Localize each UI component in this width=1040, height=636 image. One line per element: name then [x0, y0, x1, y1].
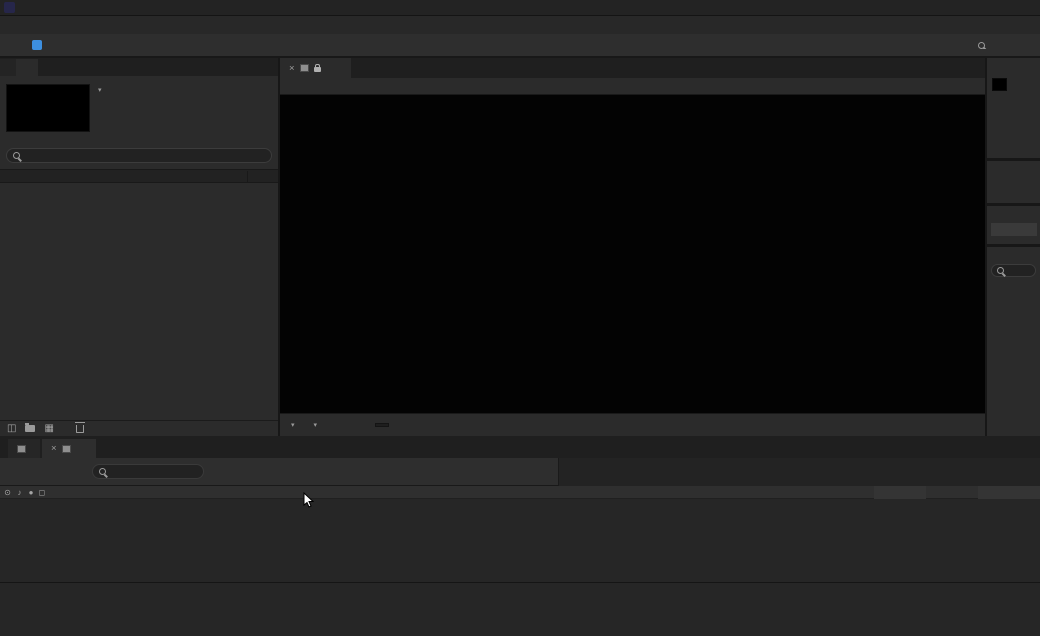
- composition-tab[interactable]: ×: [280, 58, 351, 78]
- project-panel-tabs: [0, 58, 278, 76]
- effects-panel-title[interactable]: [987, 247, 1040, 262]
- item-dropdown-icon[interactable]: ▾: [98, 87, 102, 94]
- timeline-search-input[interactable]: [92, 464, 204, 479]
- new-composition-icon[interactable]: ▦: [44, 423, 53, 434]
- solo-column-icon[interactable]: ●: [26, 486, 36, 499]
- timeline-tab-scene-1[interactable]: [8, 439, 40, 458]
- resolution-select[interactable]: ▾: [311, 421, 318, 429]
- shortcut-panel: [987, 206, 1040, 244]
- zoom-select[interactable]: ▾: [288, 421, 295, 429]
- source-name-header[interactable]: [101, 486, 481, 499]
- preview-panel-title[interactable]: [987, 161, 1040, 176]
- tab-project[interactable]: [16, 59, 38, 76]
- stretch-header[interactable]: [978, 486, 1040, 499]
- project-search-input[interactable]: [6, 148, 272, 163]
- column-divider[interactable]: [247, 171, 248, 182]
- new-folder-icon[interactable]: [25, 425, 35, 432]
- color-swatch: [992, 78, 1007, 91]
- preview-panel: [987, 161, 1040, 203]
- delete-icon[interactable]: [76, 425, 84, 433]
- breadcrumb: [280, 78, 985, 95]
- audio-column-icon[interactable]: ♪: [14, 486, 25, 499]
- composition-viewer[interactable]: [280, 95, 985, 413]
- timeline-panel: × ⊙ ♪ ● ◻: [0, 436, 1040, 582]
- menubar: [0, 16, 1040, 34]
- dropdown-arrow-icon: ▾: [314, 421, 318, 429]
- composition-panel: × ▾ ▾: [280, 58, 985, 436]
- search-icon: [997, 267, 1004, 274]
- t-header[interactable]: [649, 486, 658, 499]
- project-columns-header: [0, 169, 278, 183]
- composition-icon: [300, 64, 309, 72]
- timeline-tabbar: ×: [0, 436, 1040, 458]
- lock-column-icon[interactable]: ◻: [37, 486, 47, 499]
- lock-icon[interactable]: [314, 67, 321, 72]
- composition-icon: [17, 445, 26, 453]
- help-search-input[interactable]: [978, 42, 1036, 49]
- duration-header[interactable]: [926, 486, 978, 499]
- shortcut-select[interactable]: [991, 223, 1037, 236]
- toolbar: [0, 34, 1040, 58]
- transport-controls: [987, 176, 1040, 180]
- tab-effect-controls[interactable]: [0, 59, 16, 76]
- info-panel: [987, 58, 1040, 158]
- mode-header[interactable]: [593, 486, 647, 499]
- mouse-cursor: [303, 492, 315, 509]
- project-bottom-bar: ◫ ▦: [0, 420, 278, 436]
- project-panel: ▾ ◫ ▦: [0, 58, 278, 436]
- snapping-group: [32, 40, 46, 50]
- close-icon[interactable]: ×: [289, 63, 295, 74]
- effects-presets-panel: [987, 247, 1040, 436]
- composition-icon: [62, 445, 71, 453]
- effects-search-input[interactable]: [991, 264, 1036, 277]
- visibility-column-icon[interactable]: ⊙: [2, 486, 13, 499]
- info-panel-title[interactable]: [987, 58, 1040, 73]
- timeline-controls: [0, 458, 1040, 486]
- main-region: ▾ ◫ ▦ ×: [0, 58, 1040, 436]
- timeline-tab-scene1-textholder1[interactable]: ×: [42, 439, 96, 458]
- app-icon: [4, 2, 15, 13]
- interpret-footage-icon[interactable]: ◫: [7, 423, 16, 434]
- shortcut-label: [987, 206, 1040, 221]
- composition-tabbar: ×: [280, 58, 985, 78]
- out-header[interactable]: [874, 486, 926, 499]
- search-icon: [13, 152, 20, 159]
- project-item-info: ▾: [0, 76, 278, 140]
- snapping-checkbox[interactable]: [32, 40, 42, 50]
- close-icon[interactable]: ×: [51, 443, 57, 454]
- parent-link-header[interactable]: [721, 486, 818, 499]
- project-thumbnail: [6, 84, 90, 132]
- bottom-empty-area: [0, 582, 1040, 636]
- trkmat-header[interactable]: [659, 486, 717, 499]
- switches-header-icons[interactable]: [490, 486, 586, 499]
- project-tree: [0, 183, 278, 420]
- in-header[interactable]: [820, 486, 874, 499]
- right-dock: [987, 58, 1040, 436]
- project-item-meta: ▾: [98, 84, 102, 98]
- timeline-column-header: ⊙ ♪ ● ◻: [0, 486, 1040, 499]
- dropdown-arrow-icon: ▾: [291, 421, 295, 429]
- composition-statusbar: ▾ ▾: [280, 413, 985, 436]
- titlebar: [0, 0, 1040, 16]
- preview-timecode[interactable]: [375, 423, 389, 427]
- search-icon: [99, 468, 106, 475]
- search-icon: [978, 42, 985, 49]
- timeline-ruler-area[interactable]: [558, 458, 1040, 486]
